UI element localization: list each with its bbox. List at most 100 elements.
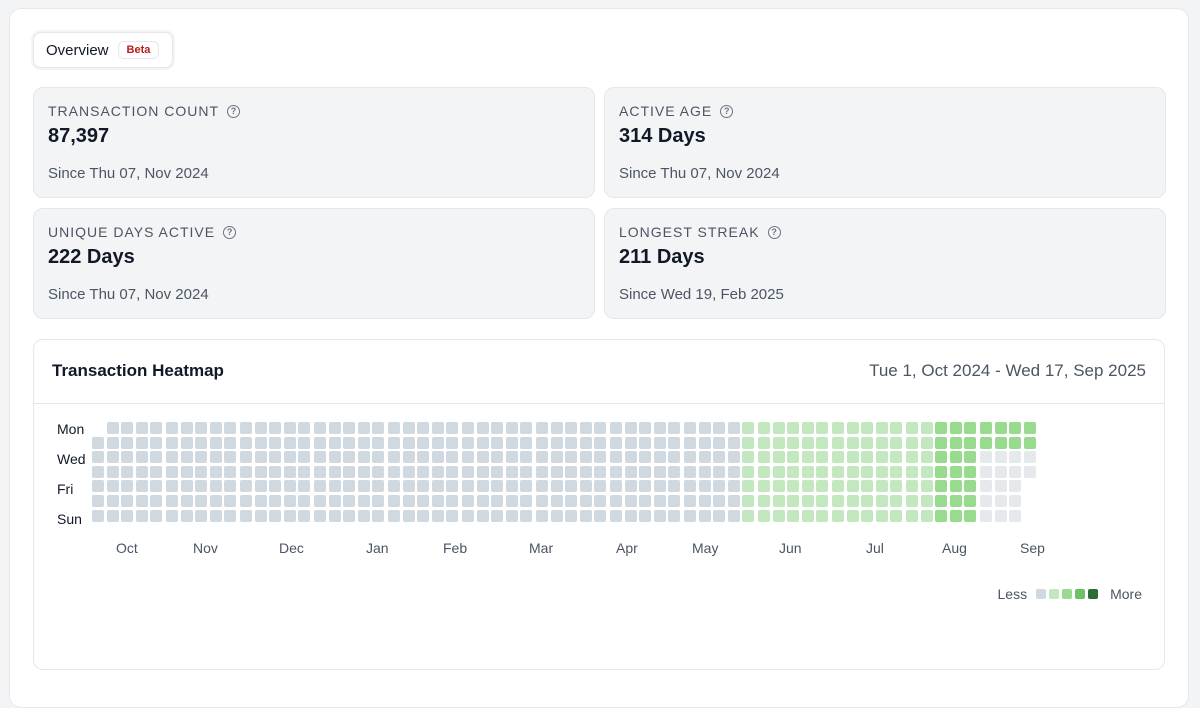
heatmap-cell[interactable]: [343, 465, 356, 478]
heatmap-cell[interactable]: [861, 509, 874, 522]
heatmap-cell[interactable]: [388, 436, 400, 449]
heatmap-cell[interactable]: [240, 465, 252, 478]
heatmap-cell[interactable]: [1009, 451, 1022, 464]
heatmap-cell[interactable]: [772, 495, 785, 507]
heatmap-cell[interactable]: [713, 451, 726, 464]
heatmap-cell[interactable]: [653, 436, 666, 449]
heatmap-cell[interactable]: [906, 480, 918, 493]
heatmap-cell[interactable]: [920, 422, 933, 434]
heatmap-cell[interactable]: [994, 436, 1007, 449]
heatmap-cell[interactable]: [653, 495, 666, 507]
heatmap-cell[interactable]: [150, 436, 163, 449]
heatmap-cell[interactable]: [106, 480, 119, 493]
heatmap-cell[interactable]: [520, 436, 533, 449]
heatmap-cell[interactable]: [92, 451, 104, 464]
heatmap-cell[interactable]: [639, 451, 652, 464]
heatmap-cell[interactable]: [550, 495, 563, 507]
heatmap-cell[interactable]: [328, 422, 341, 434]
heatmap-cell[interactable]: [121, 509, 134, 522]
heatmap-cell[interactable]: [579, 509, 592, 522]
heatmap-cell[interactable]: [861, 422, 874, 434]
heatmap-cell[interactable]: [653, 465, 666, 478]
heatmap-cell[interactable]: [476, 509, 489, 522]
heatmap-cell[interactable]: [935, 495, 948, 507]
heatmap-cell[interactable]: [150, 480, 163, 493]
heatmap-cell[interactable]: [209, 436, 222, 449]
heatmap-cell[interactable]: [135, 451, 148, 464]
heatmap-cell[interactable]: [906, 465, 918, 478]
heatmap-cell[interactable]: [343, 495, 356, 507]
heatmap-cell[interactable]: [1009, 480, 1022, 493]
heatmap-cell[interactable]: [446, 465, 459, 478]
heatmap-cell[interactable]: [314, 422, 326, 434]
heatmap-cell[interactable]: [446, 451, 459, 464]
heatmap-cell[interactable]: [816, 451, 829, 464]
heatmap-cell[interactable]: [906, 422, 918, 434]
heatmap-cell[interactable]: [476, 436, 489, 449]
heatmap-cell[interactable]: [254, 465, 267, 478]
heatmap-cell[interactable]: [727, 422, 740, 434]
heatmap-cell[interactable]: [980, 480, 992, 493]
heatmap-cell[interactable]: [505, 509, 518, 522]
heatmap-cell[interactable]: [240, 451, 252, 464]
heatmap-cell[interactable]: [180, 422, 193, 434]
heatmap-cell[interactable]: [372, 509, 385, 522]
heatmap-cell[interactable]: [1009, 436, 1022, 449]
heatmap-cell[interactable]: [920, 451, 933, 464]
heatmap-cell[interactable]: [994, 465, 1007, 478]
heatmap-cell[interactable]: [610, 495, 622, 507]
heatmap-cell[interactable]: [861, 451, 874, 464]
heatmap-cell[interactable]: [875, 495, 888, 507]
heatmap-cell[interactable]: [801, 480, 814, 493]
heatmap-cell[interactable]: [668, 465, 681, 478]
heatmap-cell[interactable]: [283, 436, 296, 449]
heatmap-cell[interactable]: [417, 422, 430, 434]
heatmap-cell[interactable]: [106, 422, 119, 434]
heatmap-cell[interactable]: [994, 509, 1007, 522]
heatmap-cell[interactable]: [980, 465, 992, 478]
heatmap-cell[interactable]: [772, 509, 785, 522]
heatmap-cell[interactable]: [328, 495, 341, 507]
heatmap-cell[interactable]: [180, 480, 193, 493]
heatmap-cell[interactable]: [402, 451, 415, 464]
heatmap-cell[interactable]: [713, 509, 726, 522]
heatmap-cell[interactable]: [520, 480, 533, 493]
heatmap-cell[interactable]: [135, 422, 148, 434]
heatmap-cell[interactable]: [462, 495, 474, 507]
heatmap-cell[interactable]: [491, 509, 504, 522]
heatmap-cell[interactable]: [431, 509, 444, 522]
heatmap-cell[interactable]: [610, 451, 622, 464]
heatmap-cell[interactable]: [742, 495, 755, 507]
heatmap-cell[interactable]: [787, 422, 800, 434]
heatmap-cell[interactable]: [801, 465, 814, 478]
heatmap-cell[interactable]: [536, 480, 548, 493]
heatmap-cell[interactable]: [388, 480, 400, 493]
heatmap-cell[interactable]: [639, 436, 652, 449]
heatmap-cell[interactable]: [994, 451, 1007, 464]
heatmap-cell[interactable]: [431, 480, 444, 493]
heatmap-cell[interactable]: [727, 436, 740, 449]
heatmap-cell[interactable]: [166, 422, 178, 434]
heatmap-cell[interactable]: [698, 480, 711, 493]
heatmap-cell[interactable]: [816, 465, 829, 478]
heatmap-cell[interactable]: [861, 465, 874, 478]
heatmap-cell[interactable]: [240, 509, 252, 522]
heatmap-cell[interactable]: [550, 422, 563, 434]
heatmap-cell[interactable]: [180, 436, 193, 449]
heatmap-cell[interactable]: [417, 451, 430, 464]
heatmap-cell[interactable]: [624, 436, 637, 449]
heatmap-cell[interactable]: [1009, 509, 1022, 522]
help-icon[interactable]: ?: [223, 225, 237, 239]
heatmap-cell[interactable]: [372, 495, 385, 507]
heatmap-cell[interactable]: [949, 480, 962, 493]
heatmap-cell[interactable]: [816, 436, 829, 449]
heatmap-cell[interactable]: [106, 509, 119, 522]
heatmap-cell[interactable]: [653, 509, 666, 522]
heatmap-cell[interactable]: [668, 451, 681, 464]
heatmap-cell[interactable]: [372, 451, 385, 464]
heatmap-cell[interactable]: [357, 436, 370, 449]
heatmap-cell[interactable]: [283, 451, 296, 464]
heatmap-cell[interactable]: [980, 451, 992, 464]
heatmap-cell[interactable]: [505, 465, 518, 478]
heatmap-cell[interactable]: [742, 451, 755, 464]
